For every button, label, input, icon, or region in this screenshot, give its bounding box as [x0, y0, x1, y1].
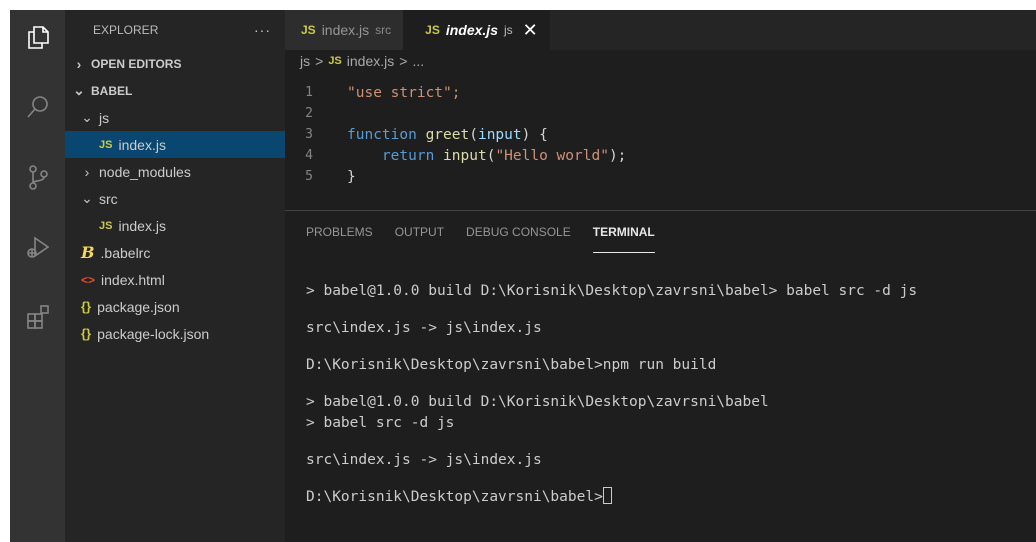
- explorer-sidebar: EXPLORER ··· › OPEN EDITORS ⌄ BABEL ⌄ js…: [65, 10, 285, 542]
- code-line: 2: [285, 103, 1036, 124]
- editor-tabs: JS index.js src JS index.js js ✕: [285, 10, 1036, 50]
- terminal-line: src\index.js -> js\index.js: [306, 452, 542, 468]
- source-control-icon[interactable]: [10, 152, 65, 202]
- code-token: input: [477, 126, 522, 143]
- tab-problems[interactable]: PROBLEMS: [306, 211, 373, 253]
- tree-item-label: package.json: [97, 298, 180, 315]
- tab-description: src: [375, 23, 392, 37]
- tab-description: js: [503, 23, 513, 37]
- tab-label: index.js: [445, 22, 498, 38]
- code-line: 4 return input("Hello world");: [285, 145, 1036, 166]
- code-token: "Hello world": [495, 147, 609, 164]
- breadcrumb-file[interactable]: index.js: [347, 53, 394, 69]
- babel-file-icon: B: [81, 243, 95, 262]
- open-editors-section[interactable]: › OPEN EDITORS: [65, 50, 285, 77]
- terminal-output[interactable]: > babel@1.0.0 build D:\Korisnik\Desktop\…: [306, 281, 917, 508]
- chevron-right-icon: ›: [76, 55, 82, 72]
- js-file-icon: JS: [425, 23, 440, 37]
- breadcrumb-folder[interactable]: js: [300, 53, 310, 69]
- tree-item-label: .babelrc: [100, 244, 151, 261]
- terminal-line: > babel src -d js: [306, 415, 455, 431]
- line-number: 1: [305, 85, 313, 100]
- project-label: BABEL: [91, 83, 133, 98]
- tree-file-js-index[interactable]: JS index.js: [65, 131, 285, 158]
- tree-folder-src[interactable]: ⌄ src: [65, 185, 285, 212]
- terminal-prompt: D:\Korisnik\Desktop\zavrsni\babel>: [306, 489, 603, 505]
- tree-item-label: node_modules: [99, 163, 191, 180]
- panel-tabs: PROBLEMS OUTPUT DEBUG CONSOLE TERMINAL: [285, 211, 1036, 253]
- line-number: 3: [305, 127, 313, 142]
- code-line: 3 function greet(input) {: [285, 124, 1036, 145]
- code-token: input: [443, 147, 487, 164]
- tab-output[interactable]: OUTPUT: [395, 211, 444, 253]
- json-file-icon: {}: [81, 326, 92, 341]
- explorer-title: EXPLORER: [93, 23, 159, 37]
- breadcrumb: js > JS index.js > ...: [285, 50, 1036, 72]
- code-token: "use strict";: [347, 84, 461, 101]
- project-section[interactable]: ⌄ BABEL: [65, 77, 285, 104]
- tree-item-label: src: [99, 190, 118, 207]
- explorer-icon[interactable]: [10, 12, 65, 62]
- json-file-icon: {}: [81, 299, 92, 314]
- explorer-header: EXPLORER ···: [65, 10, 285, 50]
- code-token: greet: [425, 126, 470, 143]
- chevron-down-icon: ⌄: [81, 109, 93, 125]
- tree-folder-js[interactable]: ⌄ js: [65, 104, 285, 131]
- chevron-down-icon: ⌄: [73, 82, 85, 98]
- code-line: 1 "use strict";: [285, 82, 1036, 103]
- tree-item-label: package-lock.json: [97, 325, 210, 342]
- tree-item-label: js: [99, 109, 110, 126]
- editor-area: JS index.js src JS index.js js ✕ js > JS…: [285, 10, 1036, 542]
- terminal-line: src\index.js -> js\index.js: [306, 320, 542, 336]
- chevron-down-icon: ⌄: [81, 190, 93, 206]
- js-file-icon: JS: [301, 23, 316, 37]
- tree-file-babelrc[interactable]: B .babelrc: [65, 239, 285, 266]
- activity-bar: [10, 10, 65, 542]
- html-file-icon: <>: [81, 272, 96, 287]
- js-file-icon: JS: [328, 55, 342, 67]
- tree-file-package-json[interactable]: {} package.json: [65, 293, 285, 320]
- vscode-window: EXPLORER ··· › OPEN EDITORS ⌄ BABEL ⌄ js…: [10, 10, 1036, 542]
- chevron-right-icon: ›: [84, 163, 90, 180]
- code-token: return: [381, 147, 435, 164]
- terminal-prompt-line: D:\Korisnik\Desktop\zavrsni\babel>: [306, 487, 917, 508]
- close-icon[interactable]: ✕: [523, 20, 538, 41]
- line-number: 2: [305, 106, 313, 121]
- tree-file-package-lock-json[interactable]: {} package-lock.json: [65, 320, 285, 347]
- tree-folder-node-modules[interactable]: › node_modules: [65, 158, 285, 185]
- open-editors-label: OPEN EDITORS: [91, 56, 182, 71]
- code-line: 5}: [285, 166, 1036, 187]
- terminal-line: D:\Korisnik\Desktop\zavrsni\babel>npm ru…: [306, 357, 717, 373]
- tab-label: index.js: [321, 22, 370, 38]
- breadcrumb-separator: >: [315, 53, 324, 69]
- js-file-icon: JS: [99, 138, 113, 151]
- extensions-icon[interactable]: [10, 292, 65, 342]
- tab-src-index-js[interactable]: JS index.js src: [285, 10, 404, 50]
- breadcrumb-more[interactable]: ...: [412, 53, 424, 69]
- bottom-panel: PROBLEMS OUTPUT DEBUG CONSOLE TERMINAL >…: [285, 210, 1036, 542]
- terminal-line: > babel@1.0.0 build D:\Korisnik\Desktop\…: [306, 394, 769, 410]
- terminal-line: > babel@1.0.0 build D:\Korisnik\Desktop\…: [306, 283, 918, 299]
- line-number: 4: [305, 148, 313, 163]
- terminal-cursor: [602, 487, 612, 504]
- run-debug-icon[interactable]: [10, 222, 65, 272]
- code-token: }: [347, 168, 356, 185]
- code-editor[interactable]: 1 "use strict"; 2 3 function greet(input) …: [285, 82, 1036, 207]
- tree-file-src-index[interactable]: JS index.js: [65, 212, 285, 239]
- more-actions-icon[interactable]: ···: [254, 22, 271, 38]
- tab-terminal[interactable]: TERMINAL: [592, 211, 655, 253]
- tree-item-label: index.js: [118, 136, 166, 153]
- search-icon[interactable]: [10, 82, 65, 132]
- code-token: function: [347, 126, 417, 143]
- line-number: 5: [305, 169, 313, 184]
- js-file-icon: JS: [99, 219, 113, 232]
- breadcrumb-separator: >: [399, 53, 408, 69]
- tree-item-label: index.js: [118, 217, 166, 234]
- tree-file-index-html[interactable]: <> index.html: [65, 266, 285, 293]
- tab-js-index-js[interactable]: JS index.js js ✕: [403, 10, 550, 50]
- tab-debug-console[interactable]: DEBUG CONSOLE: [466, 211, 571, 253]
- tree-item-label: index.html: [101, 271, 165, 288]
